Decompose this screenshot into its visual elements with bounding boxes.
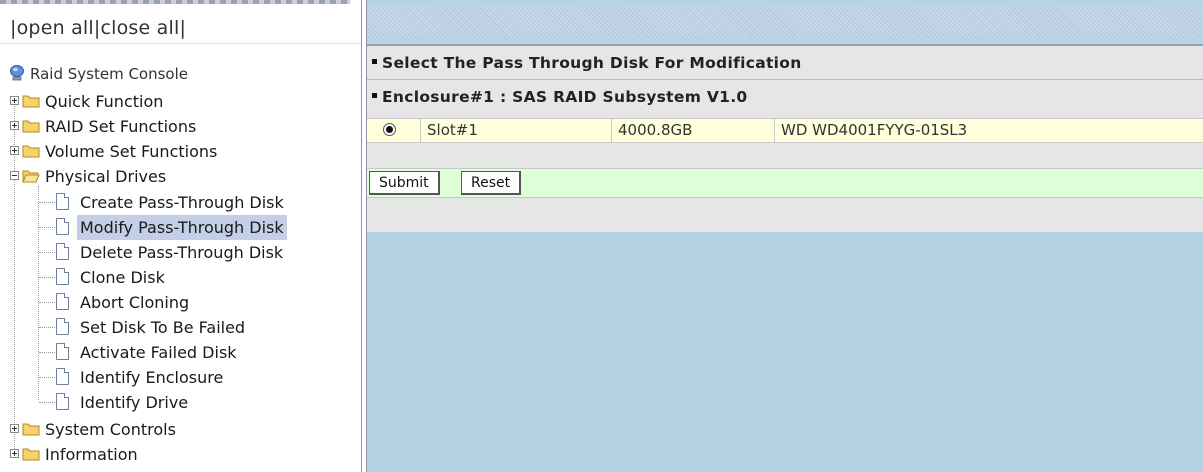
tree-item-label: Abort Cloning xyxy=(80,293,190,312)
slot-cell: Slot#1 xyxy=(420,119,611,142)
tree-connector xyxy=(39,227,55,228)
button-row: Submit Reset xyxy=(367,168,1203,198)
separator: | xyxy=(10,17,17,39)
nav-top-strip xyxy=(0,0,350,4)
tree-item-label: Identify Drive xyxy=(80,393,189,412)
tree-connector xyxy=(39,402,55,403)
separator: | xyxy=(179,17,187,39)
bullet-icon xyxy=(372,59,377,64)
capacity-cell: 4000.8GB xyxy=(611,119,774,142)
tree-root-label: Raid System Console xyxy=(30,65,188,83)
page-icon xyxy=(56,368,69,385)
tree-item-label: RAID Set Functions xyxy=(45,117,197,136)
page-icon xyxy=(56,268,69,285)
pass-through-modify-panel: Select The Pass Through Disk For Modific… xyxy=(367,44,1203,232)
tree-item-label: Quick Function xyxy=(45,92,164,111)
tree-connector xyxy=(39,202,55,203)
tree-item-label: System Controls xyxy=(45,420,176,439)
folder-icon xyxy=(22,423,40,436)
section-title: Select The Pass Through Disk For Modific… xyxy=(382,54,802,72)
open-all-link[interactable]: open all xyxy=(17,17,94,39)
folder-icon xyxy=(22,448,40,461)
tree-connector xyxy=(39,302,55,303)
tree-item-label: Volume Set Functions xyxy=(45,142,218,161)
enclosure-title: Enclosure#1 : SAS RAID Subsystem V1.0 xyxy=(382,88,748,106)
tree-item-label: Clone Disk xyxy=(80,268,165,287)
reset-button[interactable]: Reset xyxy=(461,171,522,195)
tree-item-label: Delete Pass-Through Disk xyxy=(80,243,284,262)
folder-icon xyxy=(22,145,40,158)
folder-icon xyxy=(22,95,40,108)
tree-item-label: Activate Failed Disk xyxy=(80,343,237,362)
table-row[interactable]: Slot#1 4000.8GB WD WD4001FYYG-01SL3 xyxy=(367,118,1203,143)
tree-connector xyxy=(39,252,55,253)
tree-item-label: Identify Enclosure xyxy=(80,368,224,387)
tree-connector xyxy=(39,352,55,353)
tree-item-label: Set Disk To Be Failed xyxy=(80,318,246,337)
tree-connector xyxy=(38,186,39,400)
folder-icon xyxy=(22,120,40,133)
tree-item-label: Physical Drives xyxy=(45,167,167,186)
content-frame: Select The Pass Through Disk For Modific… xyxy=(367,0,1203,472)
page-icon xyxy=(56,393,69,410)
expand-icon[interactable] xyxy=(10,146,19,155)
tree-connector xyxy=(39,277,55,278)
open-folder-icon xyxy=(22,170,40,183)
tree-item-label: Modify Pass-Through Disk xyxy=(77,215,287,240)
enclosure-header: Enclosure#1 : SAS RAID Subsystem V1.0 xyxy=(372,88,748,106)
tree-controls: |open all|close all| xyxy=(10,17,186,39)
page-icon xyxy=(56,343,69,360)
content-top-bar xyxy=(367,5,1203,38)
model-cell: WD WD4001FYYG-01SL3 xyxy=(774,119,1203,142)
collapse-icon[interactable] xyxy=(10,171,19,180)
expand-icon[interactable] xyxy=(10,424,19,433)
divider xyxy=(367,79,1203,80)
section-header: Select The Pass Through Disk For Modific… xyxy=(372,54,802,72)
close-all-link[interactable]: close all xyxy=(100,17,179,39)
page-icon xyxy=(56,193,69,210)
expand-icon[interactable] xyxy=(10,121,19,130)
expand-icon[interactable] xyxy=(10,449,19,458)
disk-select-radio[interactable] xyxy=(383,123,396,136)
tree-connector xyxy=(39,327,55,328)
submit-button[interactable]: Submit xyxy=(369,171,440,195)
expand-icon[interactable] xyxy=(10,96,19,105)
page-icon xyxy=(56,293,69,310)
computer-icon xyxy=(10,65,24,81)
page-icon xyxy=(56,218,69,235)
bullet-icon xyxy=(372,93,377,98)
tree-item-label: Information xyxy=(45,445,138,464)
divider xyxy=(0,43,361,44)
tree-item-label: Create Pass-Through Disk xyxy=(80,193,284,212)
navigation-frame: |open all|close all| Raid System Console xyxy=(0,0,361,472)
page-icon xyxy=(56,318,69,335)
tree-connector xyxy=(39,377,55,378)
page-icon xyxy=(56,243,69,260)
